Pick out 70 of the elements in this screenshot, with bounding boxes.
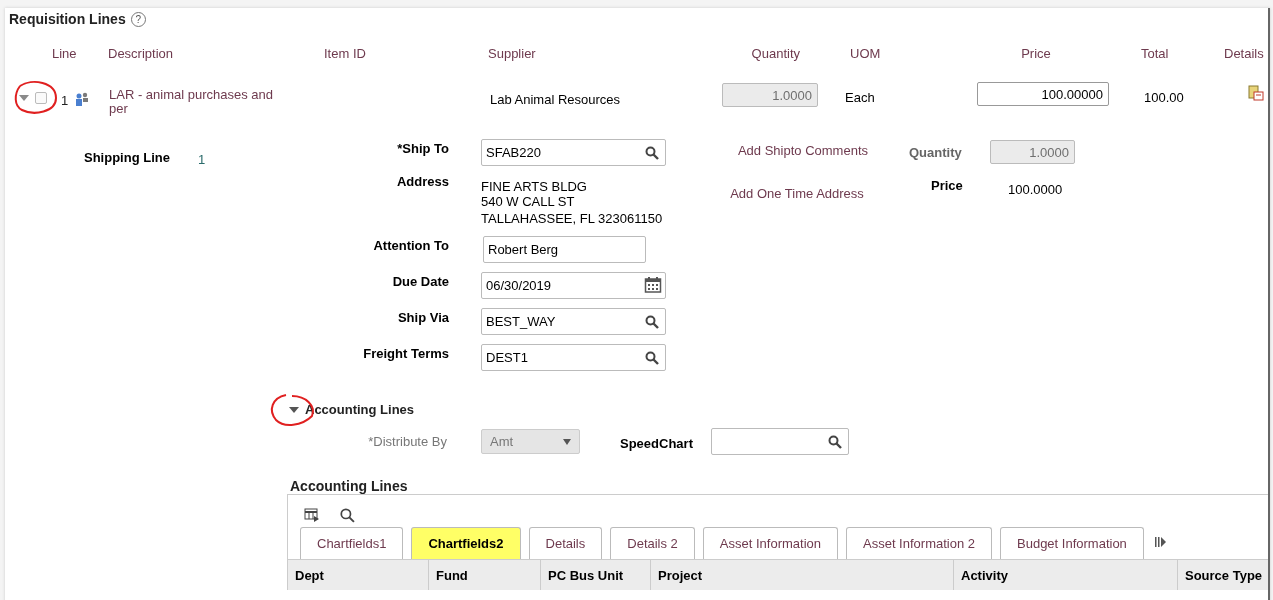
grid-tab[interactable]: Chartfields1 bbox=[300, 527, 404, 559]
show-all-columns-icon[interactable] bbox=[1153, 536, 1166, 548]
column-header: Project bbox=[658, 568, 703, 583]
field-label: Address bbox=[396, 174, 449, 189]
text-field[interactable]: Robert Berg bbox=[483, 236, 646, 263]
search-icon[interactable] bbox=[340, 507, 355, 523]
price-label: Price bbox=[930, 178, 964, 195]
search-icon[interactable] bbox=[645, 351, 659, 365]
address-line: 540 W CALL ST bbox=[481, 194, 576, 209]
shipping-line-label: Shipping Line bbox=[84, 150, 171, 167]
field-label: Freight Terms bbox=[363, 346, 449, 361]
distribute-by-label: *Distribute By bbox=[368, 433, 447, 449]
date-field[interactable]: 06/30/2019 bbox=[481, 272, 666, 299]
lookup-field[interactable]: SFAB220 bbox=[481, 139, 666, 166]
total-value: 100.00 bbox=[1144, 90, 1184, 105]
field-label: Attention To bbox=[373, 238, 449, 253]
column-header: Price bbox=[1021, 46, 1051, 61]
calendar-icon[interactable] bbox=[644, 276, 662, 294]
description-link[interactable]: LAR - animal purchases and per bbox=[109, 88, 289, 116]
price-value: 100.0000 bbox=[1008, 182, 1063, 197]
grid-personalize-icon[interactable] bbox=[304, 508, 320, 522]
search-icon[interactable] bbox=[645, 146, 659, 160]
field-label: Ship Via bbox=[397, 310, 449, 325]
lookup-field[interactable]: BEST_WAY bbox=[481, 308, 666, 335]
price-field[interactable]: 100.00000 bbox=[977, 82, 1109, 106]
grid-tab[interactable]: Asset Information bbox=[702, 527, 838, 559]
column-header: Description bbox=[108, 46, 174, 61]
speedchart-label: SpeedChart bbox=[620, 435, 693, 451]
field-label: *Ship To bbox=[397, 141, 449, 156]
column-header: PC Bus Unit bbox=[548, 568, 624, 583]
column-header: Quantity bbox=[751, 46, 801, 61]
column-header: Supplier bbox=[488, 46, 536, 61]
grid-tab[interactable]: Details 2 bbox=[610, 527, 695, 559]
dropdown-caret-icon[interactable] bbox=[563, 438, 571, 445]
column-header: UOM bbox=[850, 46, 881, 61]
uom-text: Each bbox=[845, 90, 875, 105]
address-line: TALLAHASSEE, FL 323061150 bbox=[481, 211, 663, 226]
speedchart-field[interactable] bbox=[710, 427, 849, 455]
grid-tab[interactable]: Budget Information bbox=[1000, 527, 1144, 559]
quantity-field[interactable]: 1.0000 bbox=[990, 140, 1075, 164]
column-header: Details bbox=[1224, 46, 1264, 61]
line-checkbox[interactable] bbox=[35, 92, 47, 104]
field-label: Due Date bbox=[392, 274, 449, 289]
column-header: Line bbox=[52, 46, 77, 61]
search-icon[interactable] bbox=[645, 315, 659, 329]
collapse-toggle-icon[interactable] bbox=[288, 405, 300, 414]
expand-toggle-icon[interactable] bbox=[18, 94, 30, 102]
line-number: 1 bbox=[61, 93, 69, 108]
search-icon[interactable] bbox=[827, 434, 842, 449]
quantity-label: Quantity bbox=[909, 144, 963, 160]
column-header: Dept bbox=[295, 568, 324, 583]
column-header: Fund bbox=[436, 568, 468, 583]
grid-title: Accounting Lines bbox=[290, 478, 409, 494]
column-header: Total bbox=[1141, 46, 1169, 61]
column-header: Item ID bbox=[324, 46, 366, 61]
shipping-line-number: 1 bbox=[198, 152, 206, 169]
supplier-name: Lab Animal Resources bbox=[490, 92, 621, 107]
column-header: Source Type bbox=[1185, 568, 1263, 583]
address-line: FINE ARTS BLDG bbox=[481, 179, 588, 194]
section-title: Requisition Lines bbox=[9, 11, 126, 27]
quantity-field[interactable]: 1.0000 bbox=[722, 83, 818, 107]
details-icon[interactable] bbox=[1248, 85, 1264, 101]
grid-tab[interactable]: Chartfields2 bbox=[411, 527, 521, 559]
grid-tab[interactable]: Asset Information 2 bbox=[846, 527, 992, 559]
grid-tab[interactable]: Details bbox=[528, 527, 603, 559]
action-link[interactable]: Add Shipto Comments bbox=[737, 143, 869, 158]
column-header: Activity bbox=[961, 568, 1008, 583]
distribute-by-dropdown[interactable]: Amt bbox=[481, 428, 580, 454]
lookup-field[interactable]: DEST1 bbox=[481, 344, 666, 371]
action-link[interactable]: Add One Time Address bbox=[730, 186, 864, 201]
